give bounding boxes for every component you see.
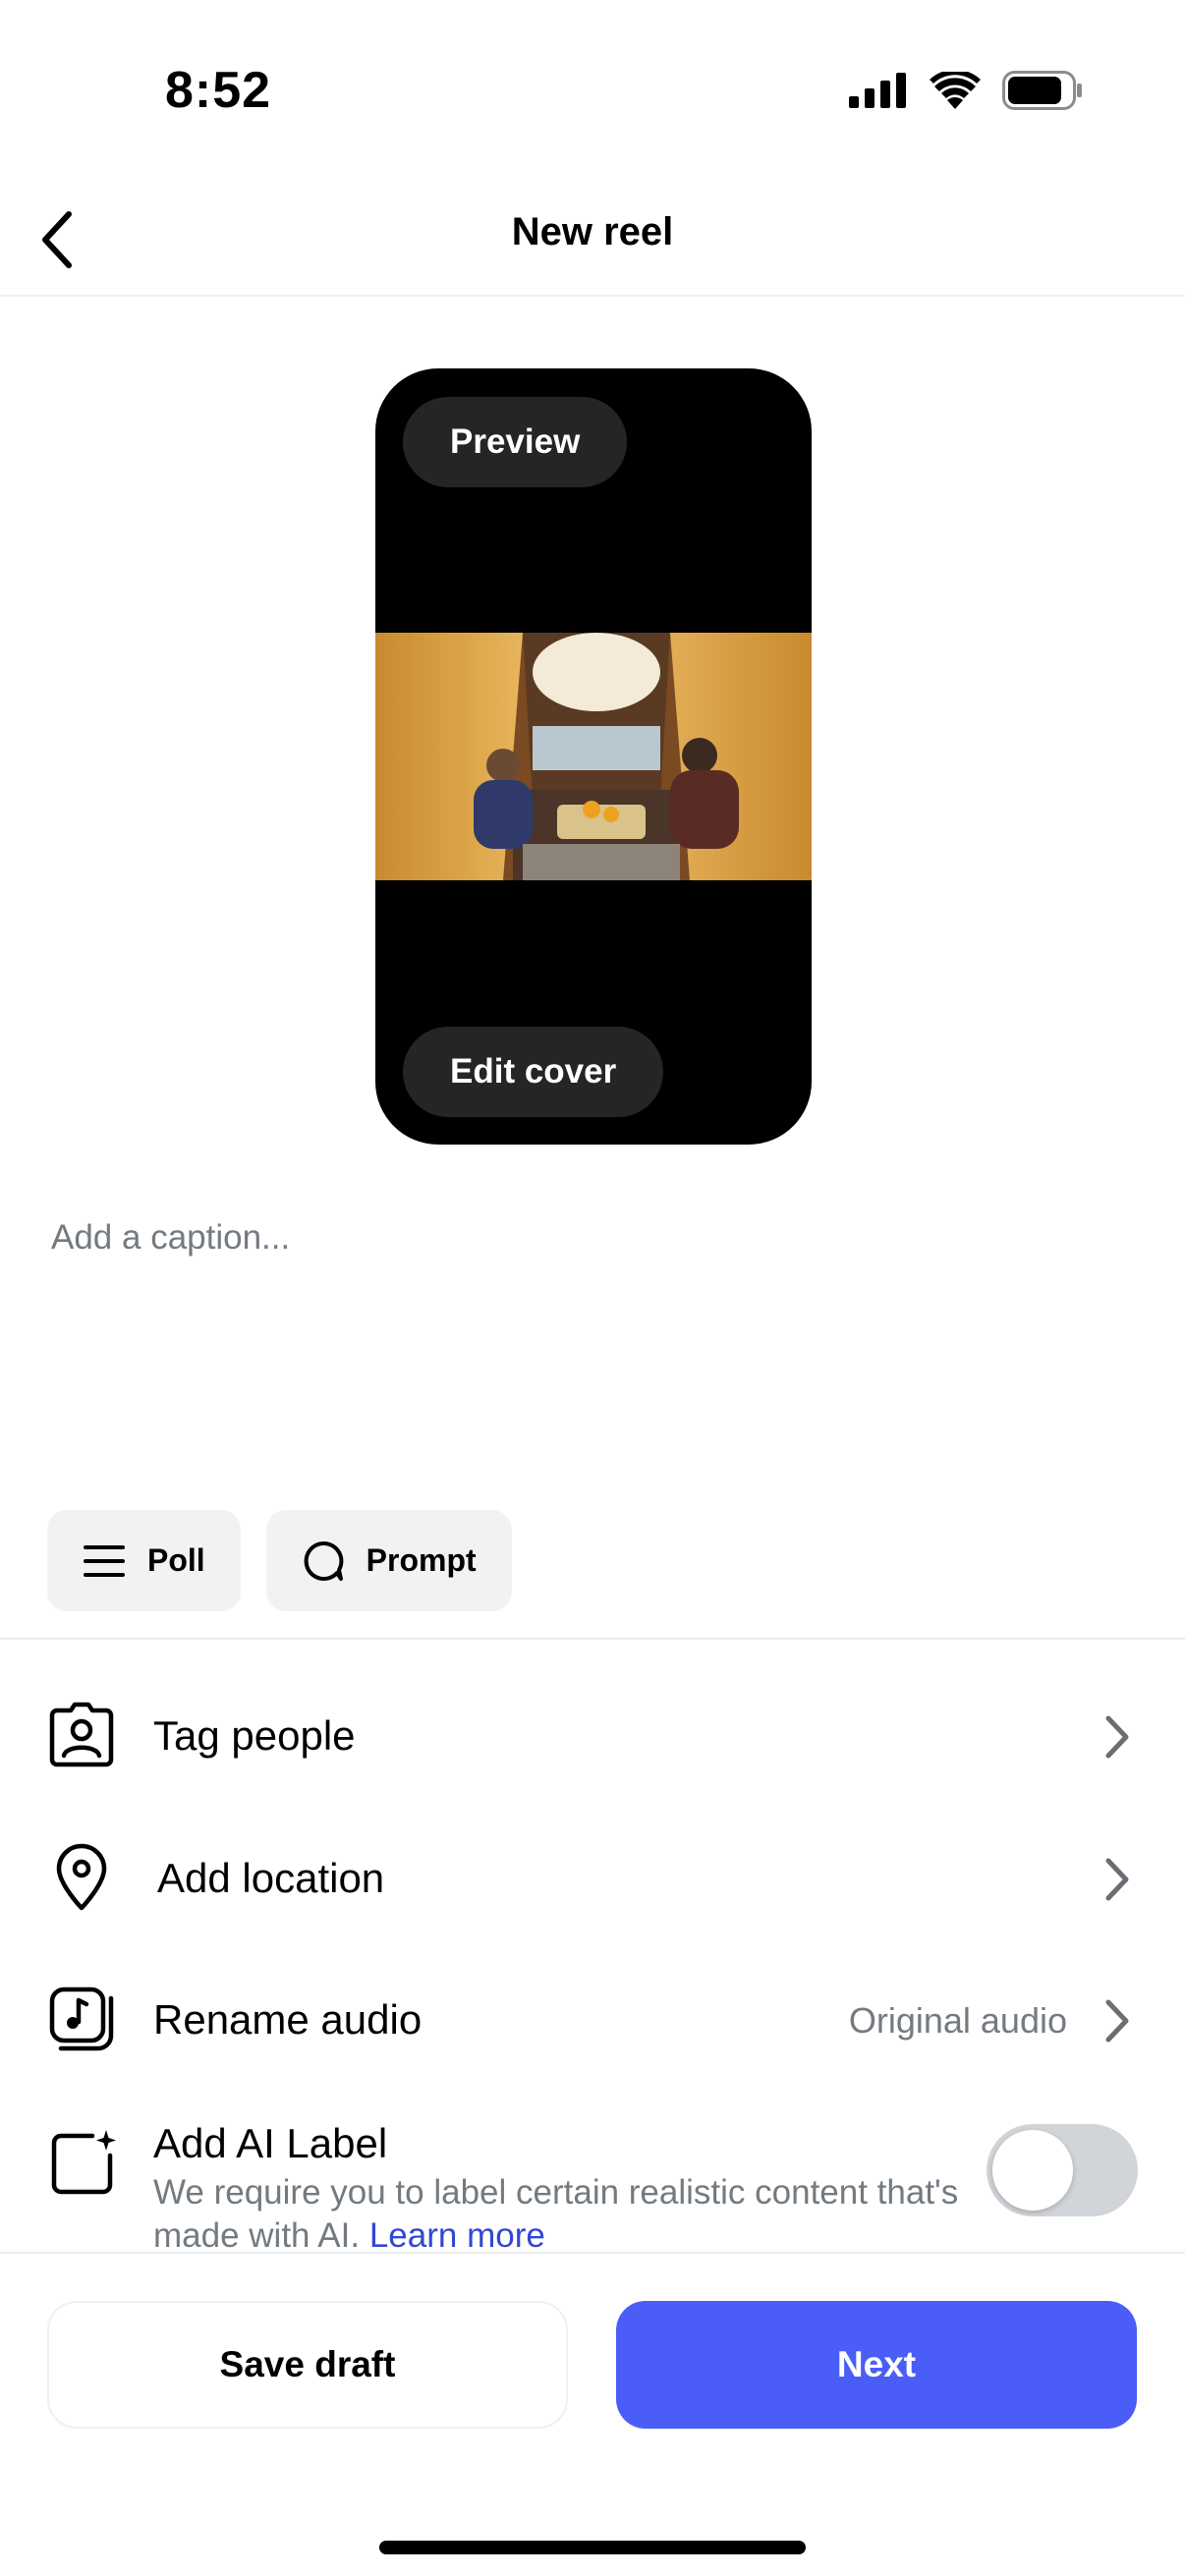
poll-chip-label: Poll: [147, 1542, 205, 1578]
caption-input[interactable]: Add a caption...: [51, 1218, 290, 1258]
status-time: 8:52: [165, 62, 272, 119]
nav-bar: New reel: [0, 187, 1185, 297]
chevron-right-icon: [1105, 1715, 1129, 1759]
tag-people-row[interactable]: Tag people: [0, 1675, 1185, 1793]
toggle-knob: [992, 2130, 1073, 2211]
save-draft-button[interactable]: Save draft: [47, 2301, 568, 2429]
chevron-right-icon: [1105, 1999, 1129, 2043]
wifi-icon: [930, 72, 981, 109]
footer: Save draft Next: [0, 2252, 1185, 2576]
music-note-icon: [47, 1985, 116, 2053]
location-pin-icon: [47, 1843, 116, 1912]
sticker-chips: Poll Prompt: [47, 1510, 512, 1611]
tag-people-label: Tag people: [153, 1712, 356, 1759]
ai-label-toggle[interactable]: [987, 2124, 1138, 2216]
rename-audio-label: Rename audio: [153, 1996, 423, 2043]
preview-button[interactable]: Preview: [403, 397, 628, 487]
status-icons: [849, 71, 1083, 110]
next-button[interactable]: Next: [616, 2301, 1137, 2429]
tag-person-icon: [47, 1701, 116, 1769]
learn-more-link[interactable]: Learn more: [369, 2216, 545, 2255]
ai-label-description: We require you to label certain realisti…: [153, 2171, 969, 2258]
reel-preview-card[interactable]: Preview Edit cover: [375, 368, 812, 1145]
video-thumbnail: [375, 633, 812, 880]
add-location-row[interactable]: Add location: [0, 1818, 1185, 1935]
rename-audio-row[interactable]: Rename audio Original audio: [0, 1959, 1185, 2077]
page-title: New reel: [511, 210, 674, 253]
ai-label-description-text: We require you to label certain realisti…: [153, 2173, 959, 2255]
status-bar: 8:52: [0, 0, 1185, 187]
home-indicator: [379, 2541, 806, 2554]
add-location-label: Add location: [157, 1855, 385, 1901]
list-icon: [84, 1544, 125, 1577]
prompt-chip[interactable]: Prompt: [265, 1510, 512, 1611]
chat-bubble-icon: [304, 1540, 344, 1581]
poll-chip[interactable]: Poll: [47, 1510, 241, 1611]
edit-cover-button[interactable]: Edit cover: [403, 1027, 664, 1117]
audio-name-value: Original audio: [848, 2000, 1067, 2041]
chevron-right-icon: [1105, 1858, 1129, 1901]
ai-sparkle-icon: [47, 2128, 118, 2199]
section-divider: [0, 1638, 1185, 1640]
ai-label-row: Add AI Label We require you to label cer…: [0, 2112, 1185, 2260]
battery-icon: [1002, 71, 1082, 110]
prompt-chip-label: Prompt: [366, 1542, 477, 1578]
cellular-signal-icon: [849, 73, 906, 108]
ai-label-title: Add AI Label: [153, 2120, 388, 2166]
